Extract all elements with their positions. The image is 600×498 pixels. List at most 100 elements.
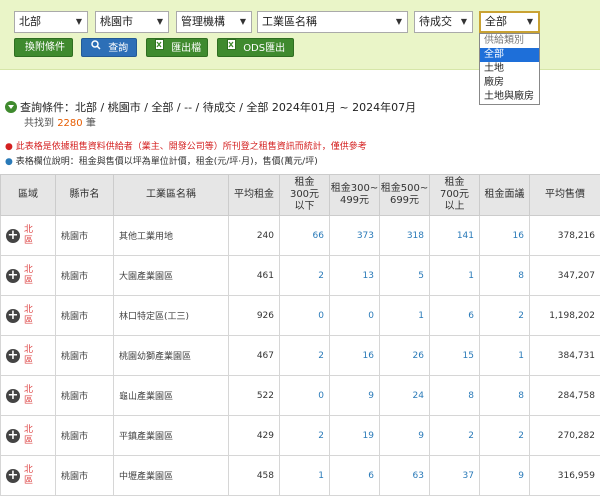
dropdown-option[interactable]: 土地 bbox=[480, 62, 539, 76]
rent-under-300-link[interactable]: 0 bbox=[279, 295, 330, 336]
rent-500-699-link[interactable]: 318 bbox=[379, 215, 430, 256]
column-header: 租金 700元 以上 bbox=[429, 174, 480, 216]
expand-plus-icon[interactable]: + bbox=[6, 428, 20, 443]
city-cell: 桃園市 bbox=[55, 335, 114, 376]
category-select[interactable]: 全部 ▼ bbox=[479, 11, 540, 33]
rent-500-699-link[interactable]: 9 bbox=[379, 415, 430, 456]
result-count: 共找到 2280 筆 bbox=[24, 114, 96, 129]
category-select-value: 全部 bbox=[485, 15, 507, 28]
rent-negotiable-link[interactable]: 9 bbox=[479, 455, 530, 496]
region-label: 北區 bbox=[24, 344, 34, 366]
region-cell: + 北區 bbox=[0, 295, 56, 336]
dropdown-option[interactable]: 土地與廠房 bbox=[480, 90, 539, 104]
rent-300-499-link[interactable]: 9 bbox=[329, 375, 380, 416]
rent-300-499-link[interactable]: 19 bbox=[329, 415, 380, 456]
column-note: ● 表格欄位說明：租金與售價以坪為單位計價，租金(元/坪·月)，售價(萬元/坪) bbox=[5, 157, 318, 167]
expand-plus-icon[interactable]: + bbox=[6, 308, 20, 323]
search-button[interactable]: 查詢 bbox=[81, 38, 137, 57]
attachment-button[interactable]: 換附條件 bbox=[14, 38, 73, 57]
rent-300-499-link[interactable]: 0 bbox=[329, 295, 380, 336]
region-cell: + 北區 bbox=[0, 455, 56, 496]
status-select-value: 待成交 bbox=[419, 15, 452, 28]
region-label: 北區 bbox=[24, 224, 34, 246]
rent-500-699-link[interactable]: 5 bbox=[379, 255, 430, 296]
city-select[interactable]: 桃園市 ▼ bbox=[95, 11, 169, 33]
rent-300-499-link[interactable]: 16 bbox=[329, 335, 380, 376]
expand-plus-icon[interactable]: + bbox=[6, 468, 20, 483]
park-name-cell: 林口特定區(工三) bbox=[113, 295, 229, 336]
table-row: + 北區 桃園市 大園產業園區 461 2 13 5 1 8 347,207 bbox=[0, 255, 600, 296]
rent-under-300-link[interactable]: 2 bbox=[279, 335, 330, 376]
avg-price-cell: 384,731 bbox=[529, 335, 600, 376]
rent-negotiable-link[interactable]: 2 bbox=[479, 295, 530, 336]
chevron-down-icon: ▼ bbox=[526, 17, 533, 26]
rent-over-700-link[interactable]: 6 bbox=[429, 295, 480, 336]
rent-under-300-link[interactable]: 66 bbox=[279, 215, 330, 256]
avg-rent-cell: 926 bbox=[228, 295, 280, 336]
rent-negotiable-link[interactable]: 8 bbox=[479, 375, 530, 416]
rent-over-700-link[interactable]: 37 bbox=[429, 455, 480, 496]
column-header: 縣市名 bbox=[55, 174, 114, 216]
rent-300-499-link[interactable]: 373 bbox=[329, 215, 380, 256]
dropdown-option: 供給類別 bbox=[484, 35, 524, 46]
rent-over-700-link[interactable]: 141 bbox=[429, 215, 480, 256]
rent-300-499-link[interactable]: 6 bbox=[329, 455, 380, 496]
region-label: 北區 bbox=[24, 304, 34, 326]
rent-over-700-link[interactable]: 2 bbox=[429, 415, 480, 456]
disclaimer-note: ● 此表格是依據租售資料供給者（業主、開發公司等）所刊登之租售資訊而統計，僅供參… bbox=[5, 142, 367, 152]
query-conditions: 查詢條件：北部 / 桃園市 / 全部 / -- / 待成交 / 全部 2024年… bbox=[5, 99, 416, 115]
city-cell: 桃園市 bbox=[55, 455, 114, 496]
rent-over-700-link[interactable]: 1 bbox=[429, 255, 480, 296]
rent-negotiable-link[interactable]: 16 bbox=[479, 215, 530, 256]
rent-500-699-link[interactable]: 63 bbox=[379, 455, 430, 496]
rent-under-300-link[interactable]: 2 bbox=[279, 255, 330, 296]
rent-over-700-link[interactable]: 15 bbox=[429, 335, 480, 376]
table-row: + 北區 桃園市 中壢產業園區 458 1 6 63 37 9 316,959 bbox=[0, 455, 600, 496]
expand-plus-icon[interactable]: + bbox=[6, 268, 20, 283]
chevron-down-icon: ▼ bbox=[395, 17, 402, 26]
table-row: + 北區 桃園市 龜山產業園區 522 0 9 24 8 8 284,758 bbox=[0, 375, 600, 416]
avg-rent-cell: 458 bbox=[228, 455, 280, 496]
rent-500-699-link[interactable]: 26 bbox=[379, 335, 430, 376]
avg-price-cell: 284,758 bbox=[529, 375, 600, 416]
dropdown-option[interactable]: 全部 bbox=[480, 48, 539, 62]
chevron-down-icon: ▼ bbox=[460, 17, 467, 26]
export-ods-button[interactable]: ODS匯出 bbox=[217, 38, 294, 57]
rent-500-699-link[interactable]: 24 bbox=[379, 375, 430, 416]
disclaimer-text: 此表格是依據租售資料供給者（業主、開發公司等）所刊登之租售資訊而統計，僅供參考 bbox=[15, 142, 367, 152]
table-body: + 北區 桃園市 其他工業用地 240 66 373 318 141 16 378,216 + 北區 桃園… bbox=[0, 215, 600, 496]
column-header: 租金500~ 699元 bbox=[379, 174, 430, 216]
table-row: + 北區 桃園市 平鎮產業園區 429 2 19 9 2 2 270,282 bbox=[0, 415, 600, 456]
avg-rent-cell: 461 bbox=[228, 255, 280, 296]
avg-rent-cell: 522 bbox=[228, 375, 280, 416]
attachment-button-label: 換附條件 bbox=[25, 42, 65, 53]
rent-under-300-link[interactable]: 1 bbox=[279, 455, 330, 496]
rent-500-699-link[interactable]: 1 bbox=[379, 295, 430, 336]
rent-negotiable-link[interactable]: 8 bbox=[479, 255, 530, 296]
export-excel-button-label: 匯出檔 bbox=[171, 42, 202, 54]
expand-plus-icon[interactable]: + bbox=[6, 348, 20, 363]
region-select-value: 北部 bbox=[19, 15, 41, 28]
rent-300-499-link[interactable]: 13 bbox=[329, 255, 380, 296]
rent-under-300-link[interactable]: 0 bbox=[279, 375, 330, 416]
export-ods-button-label: ODS匯出 bbox=[243, 42, 286, 54]
park-select[interactable]: 工業區名稱 ▼ bbox=[257, 11, 408, 33]
rent-under-300-link[interactable]: 2 bbox=[279, 415, 330, 456]
status-select[interactable]: 待成交 ▼ bbox=[414, 11, 473, 33]
export-excel-button[interactable]: 匯出檔 bbox=[146, 38, 208, 57]
ods-file-icon bbox=[227, 39, 237, 56]
region-select[interactable]: 北部 ▼ bbox=[14, 11, 88, 33]
column-header: 租金面議 bbox=[479, 174, 530, 216]
region-cell: + 北區 bbox=[0, 255, 56, 296]
rent-negotiable-link[interactable]: 1 bbox=[479, 335, 530, 376]
expand-plus-icon[interactable]: + bbox=[6, 388, 20, 403]
query-label: 查詢條件：北部 / 桃園市 / 全部 / -- / 待成交 / 全部 2024年… bbox=[20, 101, 417, 114]
chevron-down-icon: ▼ bbox=[239, 17, 246, 26]
dropdown-option[interactable]: 廠房 bbox=[480, 76, 539, 90]
expand-plus-icon[interactable]: + bbox=[6, 228, 20, 243]
avg-price-cell: 316,959 bbox=[529, 455, 600, 496]
rent-negotiable-link[interactable]: 2 bbox=[479, 415, 530, 456]
rent-over-700-link[interactable]: 8 bbox=[429, 375, 480, 416]
agency-select[interactable]: 管理機構 ▼ bbox=[176, 11, 252, 33]
region-cell: + 北區 bbox=[0, 375, 56, 416]
